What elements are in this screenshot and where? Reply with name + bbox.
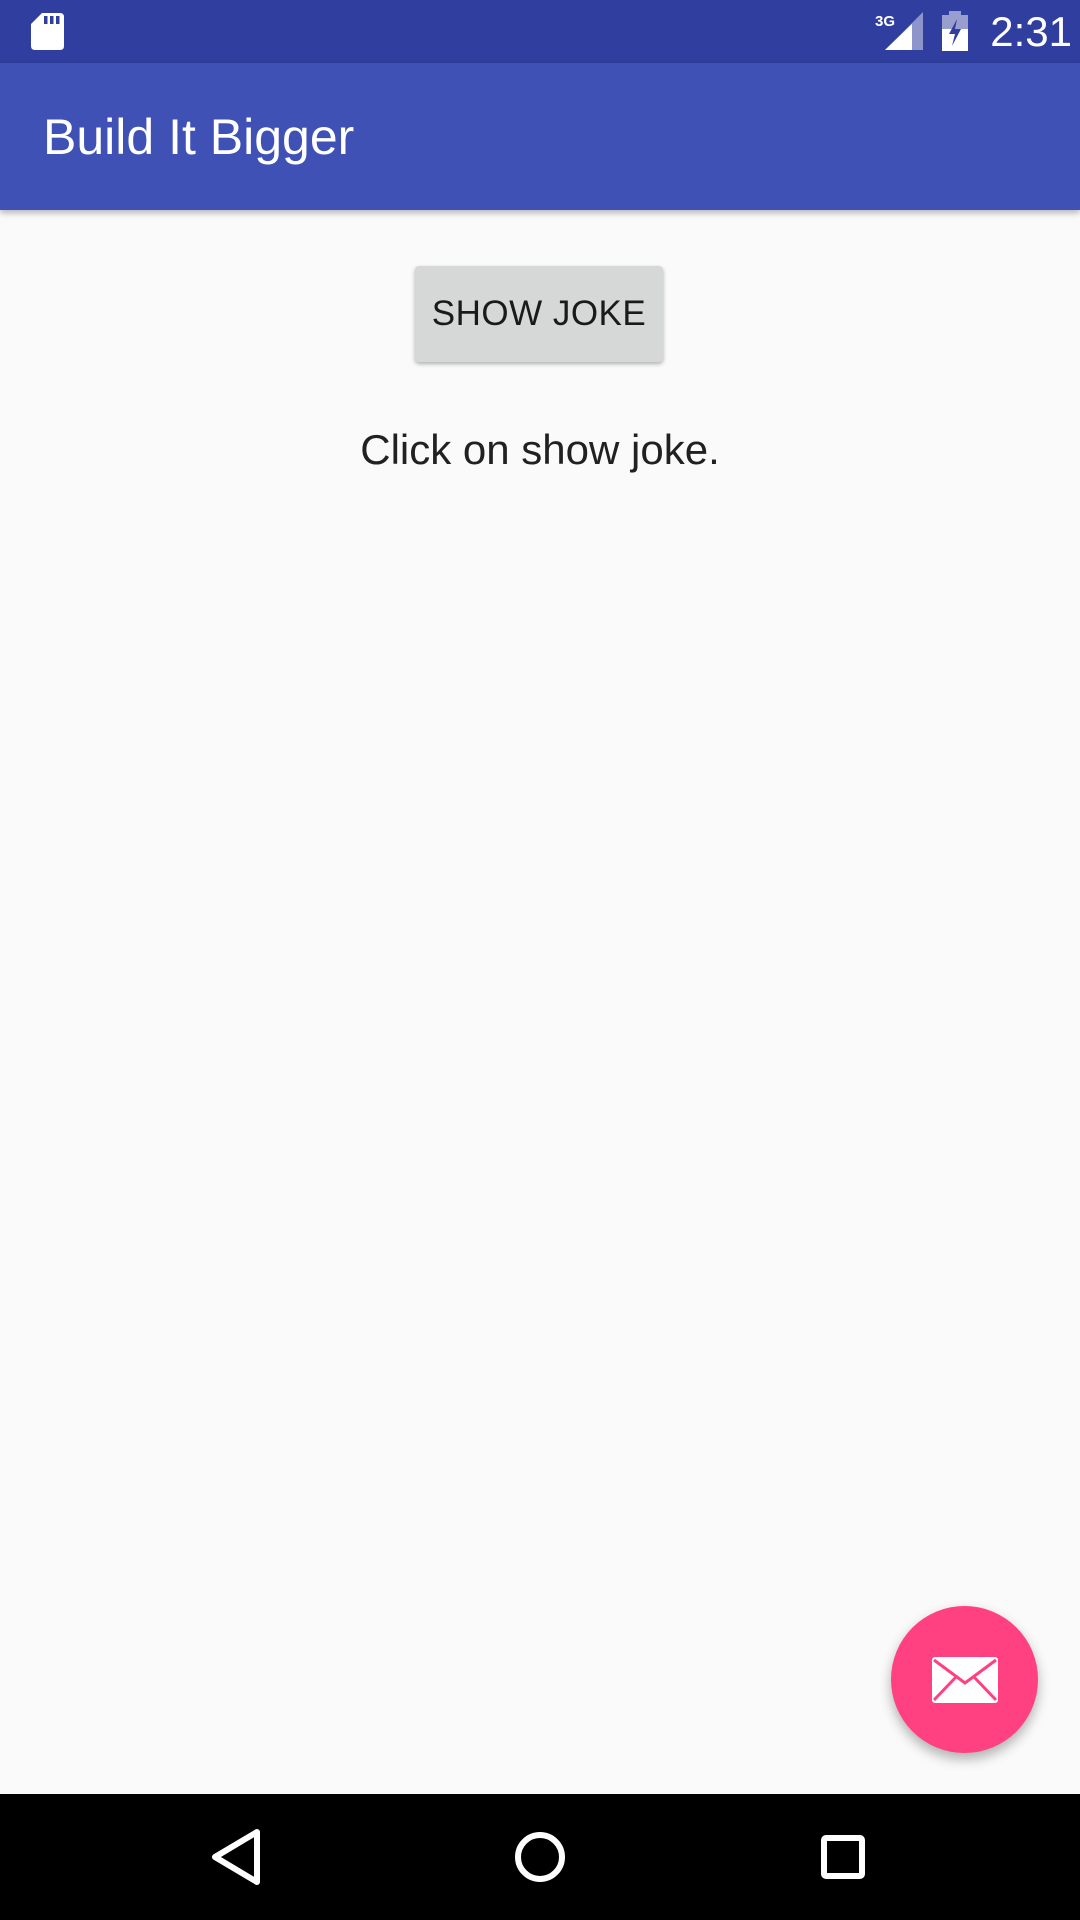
mail-icon — [931, 1656, 998, 1703]
status-bar: 3G 2:31 — [0, 0, 1080, 63]
app-title: Build It Bigger — [43, 109, 355, 165]
battery-charging-icon — [942, 11, 968, 51]
back-icon[interactable] — [203, 1824, 269, 1890]
main-content: SHOW JOKE Click on show joke. — [0, 210, 1080, 1794]
navigation-bar — [0, 1794, 1080, 1920]
show-joke-button[interactable]: SHOW JOKE — [415, 266, 663, 362]
sd-card-icon — [31, 13, 64, 50]
home-icon[interactable] — [507, 1824, 573, 1890]
hint-text: Click on show joke. — [360, 426, 720, 473]
signal-3g-icon: 3G — [875, 12, 923, 50]
recents-icon[interactable] — [810, 1824, 876, 1890]
network-type-label: 3G — [875, 13, 895, 30]
status-time: 2:31 — [990, 8, 1072, 55]
mail-fab-button[interactable] — [891, 1606, 1038, 1753]
app-bar: Build It Bigger — [0, 63, 1080, 210]
